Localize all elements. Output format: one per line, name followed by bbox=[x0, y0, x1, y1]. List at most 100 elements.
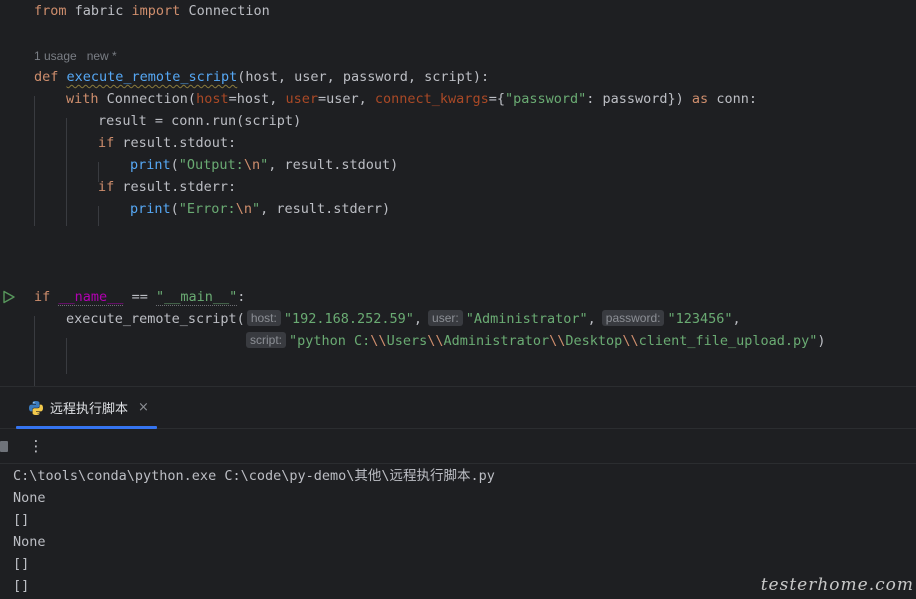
escape-sequence: \\ bbox=[622, 333, 639, 349]
indent-guide bbox=[66, 118, 67, 226]
escape-sequence: \n bbox=[243, 157, 261, 173]
keyword-with: with bbox=[66, 91, 99, 107]
escape-sequence: \\ bbox=[427, 333, 444, 349]
dict-key: "password" bbox=[504, 91, 587, 107]
string-literal: " bbox=[260, 157, 269, 173]
watermark: testerhome.com bbox=[760, 575, 914, 595]
indent-guide bbox=[98, 206, 99, 226]
print-args: , result.stdout) bbox=[268, 157, 399, 173]
user-value: "Administrator" bbox=[465, 311, 588, 327]
paren-close: ) bbox=[817, 333, 826, 349]
paren-open: ( bbox=[170, 201, 179, 217]
code-line-if-stderr[interactable]: if result.stderr: bbox=[98, 176, 236, 198]
code-line-print-error[interactable]: print("Error:\n", result.stderr) bbox=[130, 198, 390, 220]
code-line-import[interactable]: from fabric import Connection bbox=[34, 0, 270, 22]
run-tab-strip: 远程执行脚本 × bbox=[0, 387, 916, 429]
alias-conn: conn: bbox=[708, 91, 757, 107]
builtin-print: print bbox=[130, 157, 171, 173]
paren-open: ( bbox=[170, 157, 179, 173]
colon: : bbox=[237, 289, 246, 305]
imported-name: Connection bbox=[180, 3, 270, 19]
run-toolbar: ⋮ bbox=[0, 429, 916, 464]
code-editor[interactable]: from fabric import Connection 1 usage new… bbox=[0, 0, 916, 386]
inlay-hint-user: user: bbox=[428, 310, 463, 326]
keyword-import: import bbox=[131, 3, 181, 19]
escape-sequence: \\ bbox=[549, 333, 566, 349]
condition: result.stderr: bbox=[114, 179, 237, 195]
print-args: , result.stderr) bbox=[260, 201, 391, 217]
console-line: [] bbox=[13, 512, 30, 528]
function-name[interactable]: execute_remote_script bbox=[67, 69, 238, 85]
usage-hint[interactable]: 1 usage bbox=[34, 49, 77, 63]
kwarg-user: user bbox=[285, 91, 318, 107]
keyword-def: def bbox=[34, 69, 59, 85]
more-options-icon[interactable]: ⋮ bbox=[28, 435, 44, 457]
python-icon bbox=[29, 400, 43, 415]
keyword-from: from bbox=[34, 3, 67, 19]
main-string: "__main__" bbox=[155, 289, 238, 306]
inlay-hint-host: host: bbox=[246, 310, 281, 326]
stop-icon[interactable] bbox=[0, 441, 8, 452]
indent-guide bbox=[66, 338, 67, 374]
module-name: fabric bbox=[66, 3, 132, 19]
code-vision-hints[interactable]: 1 usage new * bbox=[34, 47, 117, 65]
run-tool-window: 远程执行脚本 × ⋮ C:\tools\conda\python.exe C:\… bbox=[0, 386, 916, 599]
code-line-def[interactable]: def execute_remote_script(host, user, pa… bbox=[34, 66, 489, 88]
comma: , bbox=[732, 311, 741, 327]
string-literal: "Output: bbox=[178, 157, 244, 173]
kwarg-value: =host, bbox=[228, 91, 286, 107]
console-output[interactable]: C:\tools\conda\python.exe C:\code\py-dem… bbox=[13, 465, 495, 597]
console-line: None bbox=[13, 534, 46, 550]
comma: , bbox=[587, 311, 596, 327]
keyword-as: as bbox=[691, 91, 709, 107]
result-assign: result = conn.run(script) bbox=[98, 113, 302, 129]
close-icon[interactable]: × bbox=[138, 400, 149, 415]
run-tab-label: 远程执行脚本 bbox=[50, 402, 129, 417]
code-line-with[interactable]: with Connection(host=host, user=user, co… bbox=[66, 88, 757, 110]
host-value: "192.168.252.59" bbox=[283, 311, 414, 327]
run-icon[interactable] bbox=[2, 290, 16, 304]
run-tab[interactable]: 远程执行脚本 × bbox=[16, 387, 157, 429]
inlay-hint-password: password: bbox=[601, 310, 665, 326]
password-value: "123456" bbox=[667, 311, 733, 327]
kwarg-host: host bbox=[196, 91, 229, 107]
script-path: Users bbox=[386, 333, 428, 349]
function-params: (host, user, password, script): bbox=[237, 69, 490, 85]
builtin-print: print bbox=[130, 201, 171, 217]
escape-sequence: \n bbox=[235, 201, 252, 217]
code-line-call-2[interactable]: script: "python C:\\Users\\Administrator\… bbox=[244, 330, 826, 352]
kwarg-connect-kwargs: connect_kwargs bbox=[374, 91, 489, 107]
dict-open: ={ bbox=[488, 91, 505, 107]
keyword-if: if bbox=[34, 289, 51, 305]
call-open: Connection( bbox=[98, 91, 197, 107]
inlay-hint-script: script: bbox=[246, 332, 287, 348]
script-path: "python C: bbox=[289, 333, 371, 349]
code-line-print-output[interactable]: print("Output:\n", result.stdout) bbox=[130, 154, 398, 176]
comma: , bbox=[413, 311, 423, 327]
keyword-if: if bbox=[98, 135, 115, 151]
keyword-if: if bbox=[98, 179, 115, 195]
dunder-name: __name__ bbox=[58, 289, 124, 306]
indent-guide bbox=[34, 316, 35, 386]
console-line: [] bbox=[13, 578, 30, 594]
script-path: Administrator bbox=[443, 333, 550, 349]
new-hint: new * bbox=[86, 49, 117, 63]
kwarg-value: =user, bbox=[318, 91, 375, 107]
dict-close: : password}) bbox=[586, 91, 692, 107]
string-literal: "Error: bbox=[178, 201, 236, 217]
code-line-call-1[interactable]: execute_remote_script(host: "192.168.252.… bbox=[66, 308, 741, 330]
code-line-main-guard[interactable]: if __name__ == "__main__": bbox=[34, 286, 245, 308]
console-line: [] bbox=[13, 556, 30, 572]
console-line: None bbox=[13, 490, 46, 506]
escape-sequence: \\ bbox=[370, 333, 387, 349]
script-path: client_file_upload.py" bbox=[638, 333, 818, 349]
condition: result.stdout: bbox=[114, 135, 237, 151]
string-literal: " bbox=[251, 201, 261, 217]
indent-guide bbox=[34, 96, 35, 226]
code-line-if-stdout[interactable]: if result.stdout: bbox=[98, 132, 236, 154]
operator-eq: == bbox=[123, 289, 156, 305]
function-call: execute_remote_script( bbox=[66, 311, 245, 327]
console-line: C:\tools\conda\python.exe C:\code\py-dem… bbox=[13, 468, 495, 484]
code-line-result[interactable]: result = conn.run(script) bbox=[98, 110, 301, 132]
script-path: Desktop bbox=[565, 333, 623, 349]
